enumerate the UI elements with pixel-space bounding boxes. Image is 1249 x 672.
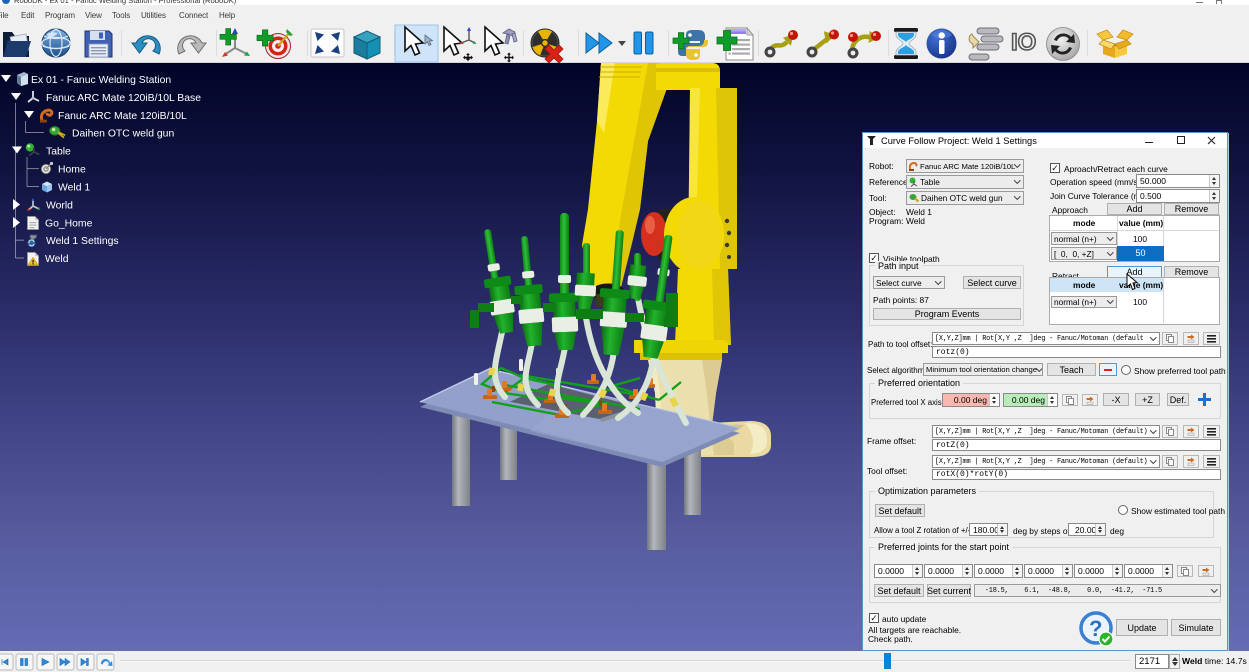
- svg-text:Ex 01 - Fanuc Welding Station: Ex 01 - Fanuc Welding Station: [31, 75, 171, 86]
- svg-text:Fanuc ARC Mate 120iB/10L: Fanuc ARC Mate 120iB/10L: [58, 111, 187, 122]
- svg-text:Go_Home: Go_Home: [45, 219, 93, 230]
- svg-text:Weld 1: Weld 1: [58, 183, 90, 194]
- svg-text:Weld 1 Settings: Weld 1 Settings: [46, 236, 119, 247]
- svg-text:IO: IO: [1011, 29, 1036, 56]
- svg-text:Daihen OTC weld gun: Daihen OTC weld gun: [72, 129, 174, 140]
- svg-text:World: World: [46, 201, 73, 212]
- svg-text:Fanuc ARC Mate 120iB/10L Base: Fanuc ARC Mate 120iB/10L Base: [46, 93, 201, 104]
- svg-text:Weld: Weld: [45, 254, 69, 265]
- svg-text:Home: Home: [58, 165, 86, 176]
- svg-text:Table: Table: [46, 147, 71, 158]
